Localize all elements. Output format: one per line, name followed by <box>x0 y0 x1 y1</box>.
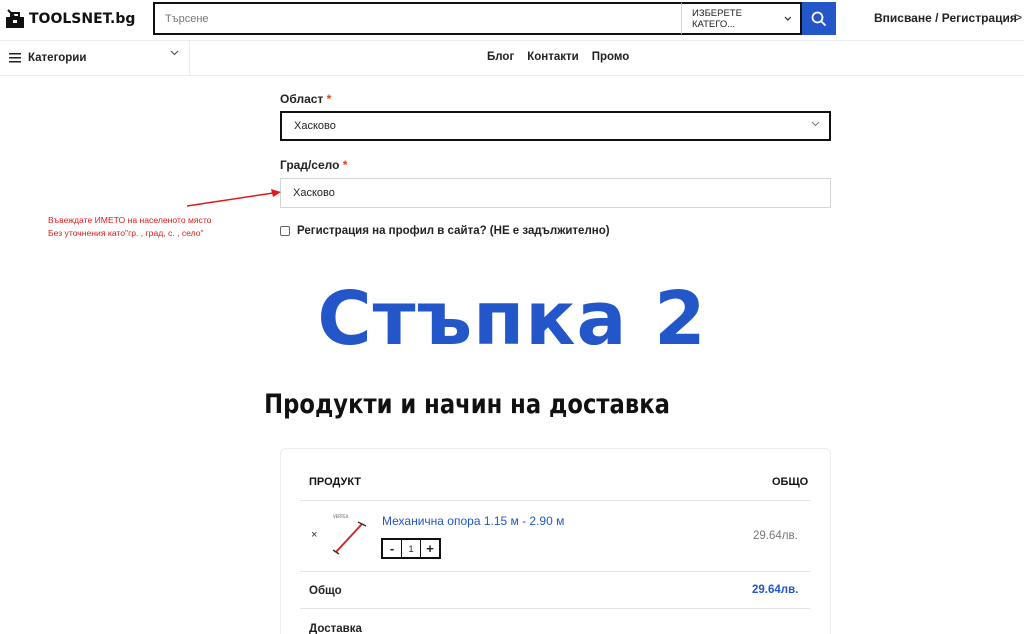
chevron-right-icon[interactable]: > <box>1014 9 1022 25</box>
annotation-arrow-icon <box>186 189 281 207</box>
line-item-price: 29.64лв. <box>753 530 798 542</box>
quantity-increase-button[interactable]: + <box>421 540 439 557</box>
region-select-value: Хасково <box>294 120 336 132</box>
search-button[interactable] <box>802 2 836 35</box>
logo[interactable]: TOOLSNET.bg <box>4 8 135 30</box>
search-icon <box>811 11 827 26</box>
region-select[interactable]: Хасково <box>280 111 831 141</box>
order-total-value: 29.64лв. <box>752 584 799 596</box>
column-header-total: ОБЩО <box>772 476 809 488</box>
divider <box>300 571 810 572</box>
search-bar: ИЗБЕРЕТЕ КАТЕГО... <box>153 2 836 35</box>
remove-item-button[interactable]: × <box>311 529 317 541</box>
city-field-value: Хасково <box>293 187 335 199</box>
required-marker: * <box>342 158 348 172</box>
chevron-down-icon <box>811 121 820 127</box>
chevron-down-icon <box>170 50 179 56</box>
annotation-line-2: Без уточнения като"гр. , град, с. , село… <box>48 228 204 238</box>
categories-menu[interactable]: Категории <box>0 41 190 75</box>
product-thumbnail[interactable]: VERTEX <box>328 512 372 558</box>
quantity-stepper: - 1 + <box>381 538 441 559</box>
shipping-label: Доставка <box>309 623 362 634</box>
navbar: Категории Блог Контакти Промо <box>0 41 1024 76</box>
city-label-text: Град/село <box>280 158 340 172</box>
order-total-label: Общо <box>309 585 342 597</box>
quantity-input[interactable]: 1 <box>402 540 421 557</box>
register-checkbox[interactable] <box>280 226 290 236</box>
toolbox-logo-icon <box>6 9 24 28</box>
categories-label: Категории <box>28 52 87 64</box>
required-marker: * <box>326 92 332 106</box>
region-label: Област * <box>280 92 331 106</box>
chevron-down-icon <box>784 16 792 21</box>
product-name-link[interactable]: Механична опора 1.15 м - 2.90 м <box>382 514 564 528</box>
search-input[interactable] <box>153 2 681 35</box>
city-field[interactable]: Хасково <box>280 178 831 208</box>
hamburger-icon <box>9 53 21 63</box>
nav-link-promo[interactable]: Промо <box>592 51 630 63</box>
login-register-link[interactable]: Вписване / Регистрация <box>874 11 1017 25</box>
logo-text: TOOLSNET.bg <box>29 11 136 27</box>
divider <box>300 500 810 501</box>
nav-link-contacts[interactable]: Контакти <box>527 51 578 63</box>
svg-text:VERTEX: VERTEX <box>333 514 349 519</box>
register-option[interactable]: Регистрация на профил в сайта? (НЕ е зад… <box>280 225 610 237</box>
nav-links: Блог Контакти Промо <box>487 51 629 63</box>
city-label: Град/село * <box>280 158 347 172</box>
column-header-product: ПРОДУКТ <box>309 476 362 488</box>
quantity-decrease-button[interactable]: - <box>383 540 402 557</box>
category-select[interactable]: ИЗБЕРЕТЕ КАТЕГО... <box>681 2 802 35</box>
register-label: Регистрация на профил в сайта? (НЕ е зад… <box>297 225 610 237</box>
nav-link-blog[interactable]: Блог <box>487 51 514 63</box>
category-select-label: ИЗБЕРЕТЕ КАТЕГО... <box>692 7 742 30</box>
divider <box>300 608 810 609</box>
step-title: Стъпка 2 <box>317 276 707 362</box>
region-label-text: Област <box>280 92 324 106</box>
header: TOOLSNET.bg ИЗБЕРЕТЕ КАТЕГО... Вписване … <box>0 0 1024 41</box>
annotation-line-1: Въвеждате ИМЕТО на населеното място <box>48 215 212 225</box>
section-title: Продукти и начин на доставка <box>264 389 670 420</box>
